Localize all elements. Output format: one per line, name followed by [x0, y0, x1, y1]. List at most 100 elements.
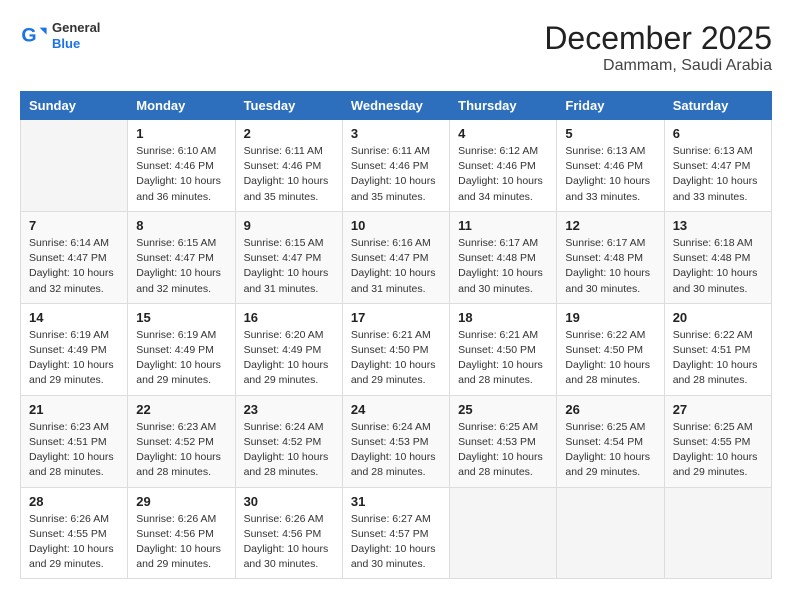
- day-info: Sunrise: 6:22 AM Sunset: 4:51 PM Dayligh…: [673, 328, 763, 389]
- day-header-friday: Friday: [557, 92, 664, 120]
- day-header-sunday: Sunday: [21, 92, 128, 120]
- calendar-cell: [664, 487, 771, 579]
- day-info: Sunrise: 6:15 AM Sunset: 4:47 PM Dayligh…: [136, 236, 226, 297]
- day-info: Sunrise: 6:21 AM Sunset: 4:50 PM Dayligh…: [351, 328, 441, 389]
- day-number: 8: [136, 218, 226, 233]
- calendar-week-4: 21 Sunrise: 6:23 AM Sunset: 4:51 PM Dayli…: [21, 395, 772, 487]
- day-info: Sunrise: 6:18 AM Sunset: 4:48 PM Dayligh…: [673, 236, 763, 297]
- day-header-thursday: Thursday: [450, 92, 557, 120]
- calendar-cell: 30 Sunrise: 6:26 AM Sunset: 4:56 PM Dayli…: [235, 487, 342, 579]
- day-number: 22: [136, 402, 226, 417]
- day-number: 18: [458, 310, 548, 325]
- calendar-cell: 14 Sunrise: 6:19 AM Sunset: 4:49 PM Dayli…: [21, 303, 128, 395]
- day-number: 24: [351, 402, 441, 417]
- day-header-wednesday: Wednesday: [342, 92, 449, 120]
- day-info: Sunrise: 6:14 AM Sunset: 4:47 PM Dayligh…: [29, 236, 119, 297]
- day-number: 25: [458, 402, 548, 417]
- day-number: 6: [673, 126, 763, 141]
- day-number: 17: [351, 310, 441, 325]
- calendar-cell: 1 Sunrise: 6:10 AM Sunset: 4:46 PM Daylig…: [128, 120, 235, 212]
- day-header-saturday: Saturday: [664, 92, 771, 120]
- day-info: Sunrise: 6:10 AM Sunset: 4:46 PM Dayligh…: [136, 144, 226, 205]
- day-info: Sunrise: 6:24 AM Sunset: 4:53 PM Dayligh…: [351, 420, 441, 481]
- calendar-cell: 21 Sunrise: 6:23 AM Sunset: 4:51 PM Dayli…: [21, 395, 128, 487]
- day-info: Sunrise: 6:19 AM Sunset: 4:49 PM Dayligh…: [29, 328, 119, 389]
- day-info: Sunrise: 6:26 AM Sunset: 4:56 PM Dayligh…: [244, 512, 334, 573]
- day-info: Sunrise: 6:19 AM Sunset: 4:49 PM Dayligh…: [136, 328, 226, 389]
- calendar-cell: 19 Sunrise: 6:22 AM Sunset: 4:50 PM Dayli…: [557, 303, 664, 395]
- calendar-header-row: SundayMondayTuesdayWednesdayThursdayFrid…: [21, 92, 772, 120]
- calendar-cell: 31Sunrise: 6:27 AM Sunset: 4:57 PM Dayli…: [342, 487, 449, 579]
- day-number: 5: [565, 126, 655, 141]
- calendar-cell: 22 Sunrise: 6:23 AM Sunset: 4:52 PM Dayli…: [128, 395, 235, 487]
- logo-blue: Blue: [52, 36, 100, 52]
- logo-text: General Blue: [52, 20, 100, 51]
- day-number: 4: [458, 126, 548, 141]
- day-number: 27: [673, 402, 763, 417]
- day-info: Sunrise: 6:11 AM Sunset: 4:46 PM Dayligh…: [244, 144, 334, 205]
- month-title: December 2025: [544, 20, 772, 57]
- day-info: Sunrise: 6:27 AM Sunset: 4:57 PM Dayligh…: [351, 512, 441, 573]
- logo-general: General: [52, 20, 100, 36]
- day-number: 20: [673, 310, 763, 325]
- day-info: Sunrise: 6:23 AM Sunset: 4:52 PM Dayligh…: [136, 420, 226, 481]
- day-number: 3: [351, 126, 441, 141]
- calendar-cell: 15 Sunrise: 6:19 AM Sunset: 4:49 PM Dayli…: [128, 303, 235, 395]
- day-info: Sunrise: 6:24 AM Sunset: 4:52 PM Dayligh…: [244, 420, 334, 481]
- day-number: 14: [29, 310, 119, 325]
- calendar-week-2: 7Sunrise: 6:14 AM Sunset: 4:47 PM Daylig…: [21, 211, 772, 303]
- day-number: 11: [458, 218, 548, 233]
- day-number: 26: [565, 402, 655, 417]
- calendar-cell: 18Sunrise: 6:21 AM Sunset: 4:50 PM Dayli…: [450, 303, 557, 395]
- calendar-cell: 26Sunrise: 6:25 AM Sunset: 4:54 PM Dayli…: [557, 395, 664, 487]
- day-info: Sunrise: 6:25 AM Sunset: 4:53 PM Dayligh…: [458, 420, 548, 481]
- calendar-cell: 9 Sunrise: 6:15 AM Sunset: 4:47 PM Daylig…: [235, 211, 342, 303]
- calendar-cell: 13 Sunrise: 6:18 AM Sunset: 4:48 PM Dayli…: [664, 211, 771, 303]
- day-info: Sunrise: 6:15 AM Sunset: 4:47 PM Dayligh…: [244, 236, 334, 297]
- calendar-cell: 24 Sunrise: 6:24 AM Sunset: 4:53 PM Dayli…: [342, 395, 449, 487]
- day-number: 1: [136, 126, 226, 141]
- day-number: 21: [29, 402, 119, 417]
- calendar-cell: 7Sunrise: 6:14 AM Sunset: 4:47 PM Daylig…: [21, 211, 128, 303]
- day-number: 28: [29, 494, 119, 509]
- logo: G General Blue: [20, 20, 100, 51]
- calendar-cell: 23 Sunrise: 6:24 AM Sunset: 4:52 PM Dayli…: [235, 395, 342, 487]
- day-number: 30: [244, 494, 334, 509]
- day-info: Sunrise: 6:20 AM Sunset: 4:49 PM Dayligh…: [244, 328, 334, 389]
- day-number: 9: [244, 218, 334, 233]
- day-info: Sunrise: 6:16 AM Sunset: 4:47 PM Dayligh…: [351, 236, 441, 297]
- day-number: 13: [673, 218, 763, 233]
- calendar-cell: 25 Sunrise: 6:25 AM Sunset: 4:53 PM Dayli…: [450, 395, 557, 487]
- calendar-cell: 17 Sunrise: 6:21 AM Sunset: 4:50 PM Dayli…: [342, 303, 449, 395]
- day-number: 23: [244, 402, 334, 417]
- calendar-cell: 3Sunrise: 6:11 AM Sunset: 4:46 PM Daylig…: [342, 120, 449, 212]
- day-info: Sunrise: 6:23 AM Sunset: 4:51 PM Dayligh…: [29, 420, 119, 481]
- day-info: Sunrise: 6:13 AM Sunset: 4:47 PM Dayligh…: [673, 144, 763, 205]
- calendar-cell: 29 Sunrise: 6:26 AM Sunset: 4:56 PM Dayli…: [128, 487, 235, 579]
- calendar-cell: [557, 487, 664, 579]
- location-title: Dammam, Saudi Arabia: [544, 57, 772, 75]
- day-number: 15: [136, 310, 226, 325]
- page-header: G General Blue December 2025 Dammam, Sau…: [20, 20, 772, 75]
- calendar-cell: 20 Sunrise: 6:22 AM Sunset: 4:51 PM Dayli…: [664, 303, 771, 395]
- day-number: 19: [565, 310, 655, 325]
- day-number: 2: [244, 126, 334, 141]
- day-header-monday: Monday: [128, 92, 235, 120]
- day-info: Sunrise: 6:13 AM Sunset: 4:46 PM Dayligh…: [565, 144, 655, 205]
- day-info: Sunrise: 6:12 AM Sunset: 4:46 PM Dayligh…: [458, 144, 548, 205]
- day-number: 12: [565, 218, 655, 233]
- calendar-cell: 4 Sunrise: 6:12 AM Sunset: 4:46 PM Daylig…: [450, 120, 557, 212]
- calendar-week-5: 28Sunrise: 6:26 AM Sunset: 4:55 PM Dayli…: [21, 487, 772, 579]
- calendar-table: SundayMondayTuesdayWednesdayThursdayFrid…: [20, 91, 772, 579]
- day-number: 29: [136, 494, 226, 509]
- day-info: Sunrise: 6:25 AM Sunset: 4:55 PM Dayligh…: [673, 420, 763, 481]
- calendar-cell: 2 Sunrise: 6:11 AM Sunset: 4:46 PM Daylig…: [235, 120, 342, 212]
- day-info: Sunrise: 6:22 AM Sunset: 4:50 PM Dayligh…: [565, 328, 655, 389]
- calendar-week-1: 1 Sunrise: 6:10 AM Sunset: 4:46 PM Daylig…: [21, 120, 772, 212]
- day-info: Sunrise: 6:26 AM Sunset: 4:56 PM Dayligh…: [136, 512, 226, 573]
- calendar-week-3: 14 Sunrise: 6:19 AM Sunset: 4:49 PM Dayli…: [21, 303, 772, 395]
- calendar-cell: 28Sunrise: 6:26 AM Sunset: 4:55 PM Dayli…: [21, 487, 128, 579]
- day-info: Sunrise: 6:17 AM Sunset: 4:48 PM Dayligh…: [458, 236, 548, 297]
- calendar-cell: 6 Sunrise: 6:13 AM Sunset: 4:47 PM Daylig…: [664, 120, 771, 212]
- day-number: 16: [244, 310, 334, 325]
